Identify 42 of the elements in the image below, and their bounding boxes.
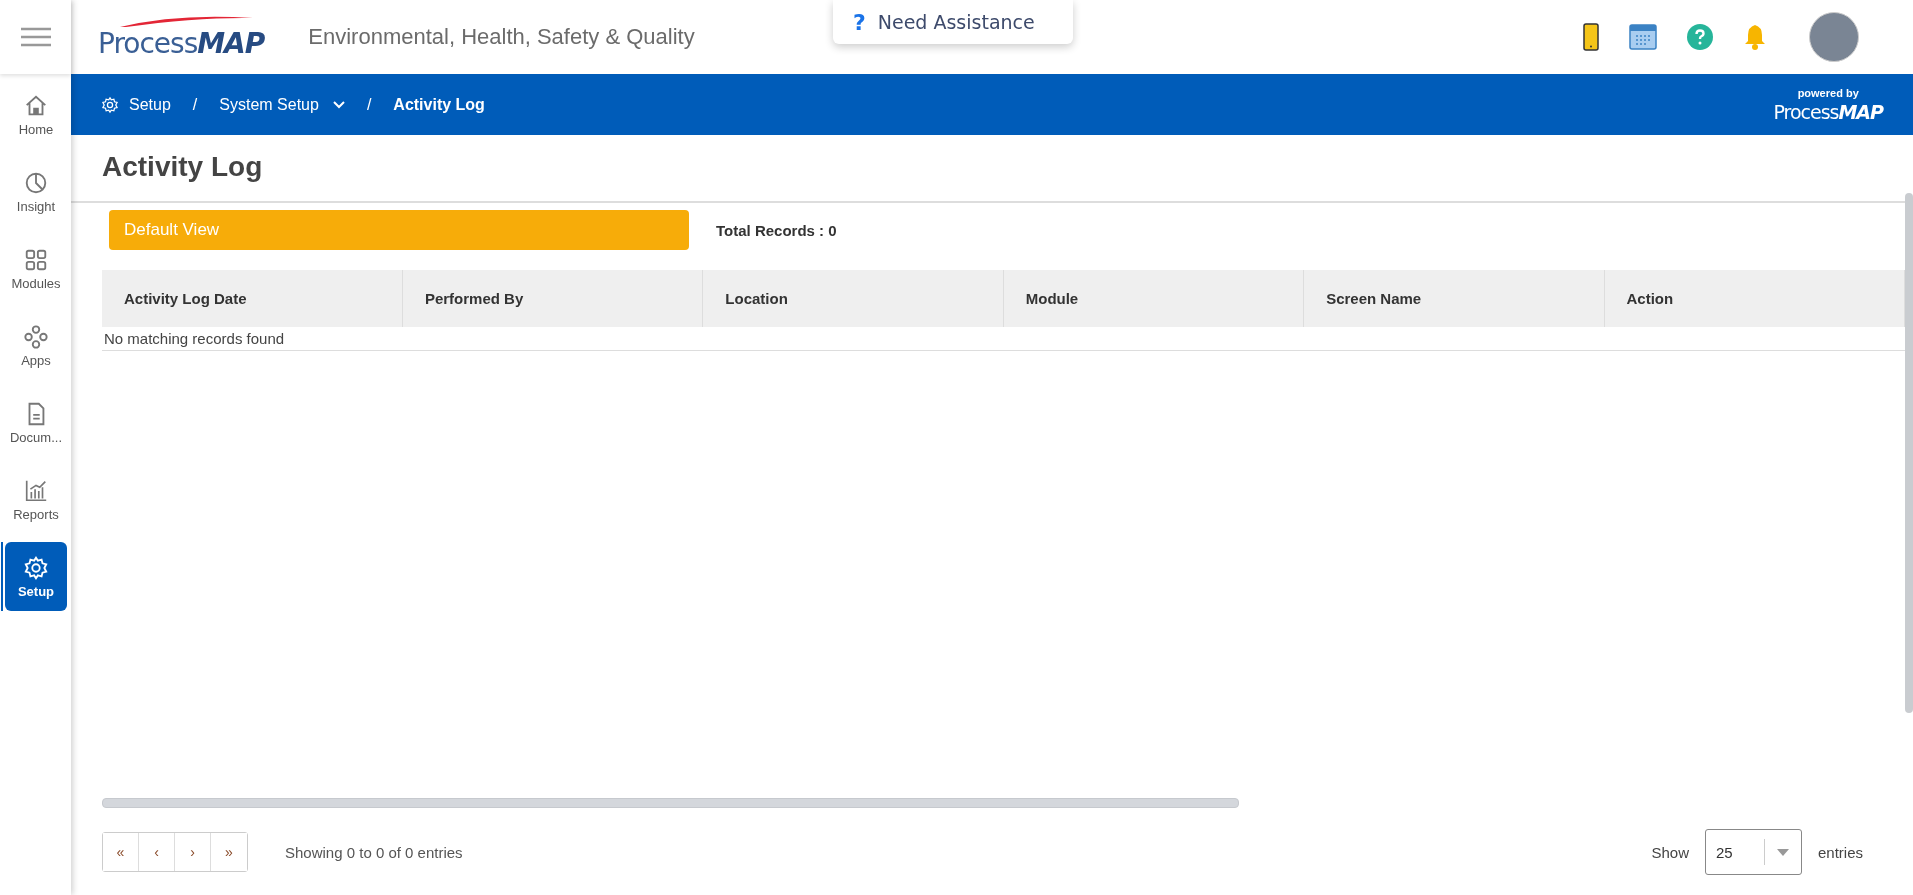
horizontal-scrollbar[interactable] <box>102 798 1239 808</box>
sidebar-item[interactable]: Insight <box>5 157 67 226</box>
logo: ProcessMAP <box>98 14 265 60</box>
powered-by-label: powered by <box>1797 86 1859 99</box>
column-header[interactable]: Location <box>702 270 1004 327</box>
logo: ProcessMAP <box>1773 100 1883 123</box>
show-label: Show <box>1651 843 1689 861</box>
vertical-scrollbar[interactable] <box>1905 193 1913 713</box>
sidebar-item[interactable]: Reports <box>5 465 67 534</box>
column-header[interactable]: Activity Log Date <box>102 270 403 327</box>
total-records: Total Records : 0 <box>716 221 837 239</box>
breadcrumb-link[interactable]: System Setup <box>219 95 345 114</box>
mobile-phone-icon[interactable] <box>1583 23 1599 51</box>
first-page-button[interactable]: « <box>103 833 139 871</box>
calendar-icon[interactable] <box>1629 24 1657 50</box>
column-header[interactable]: Action <box>1604 270 1905 327</box>
column-header[interactable]: Module <box>1003 270 1304 327</box>
settings-icon <box>23 554 49 581</box>
column-header[interactable]: Performed By <box>402 270 703 327</box>
sidebar-item[interactable]: Home <box>5 80 67 149</box>
breadcrumb-separator: / <box>192 95 198 114</box>
breadcrumb-link[interactable]: Setup <box>101 95 171 114</box>
page-title: Activity Log <box>71 135 1913 203</box>
avatar[interactable] <box>1809 12 1859 62</box>
empty-message: No matching records found <box>102 327 1905 351</box>
entries-label: entries <box>1817 843 1863 861</box>
page-size-select[interactable]: 25 <box>1704 829 1802 875</box>
column-header[interactable]: Screen Name <box>1303 270 1605 327</box>
sidebar-item[interactable]: Modules <box>5 234 67 303</box>
breadcrumb-separator: / <box>366 95 372 114</box>
circles-icon <box>23 323 49 350</box>
chevron-down-icon <box>332 100 345 109</box>
settings-icon <box>101 95 119 114</box>
help-icon: ? <box>853 9 866 35</box>
assistance-button[interactable]: ? Need Assistance <box>833 0 1073 44</box>
sidebar-item[interactable]: Docum... <box>5 388 67 457</box>
sidebar-item[interactable]: Apps <box>5 311 67 380</box>
caret-icon <box>1776 848 1789 856</box>
bell-icon[interactable] <box>1743 24 1767 50</box>
entries-info: Showing 0 to 0 of 0 entries <box>285 843 463 861</box>
help-icon[interactable] <box>1687 24 1713 50</box>
app-subtitle: Environmental, Health, Safety & Quality <box>308 24 695 50</box>
